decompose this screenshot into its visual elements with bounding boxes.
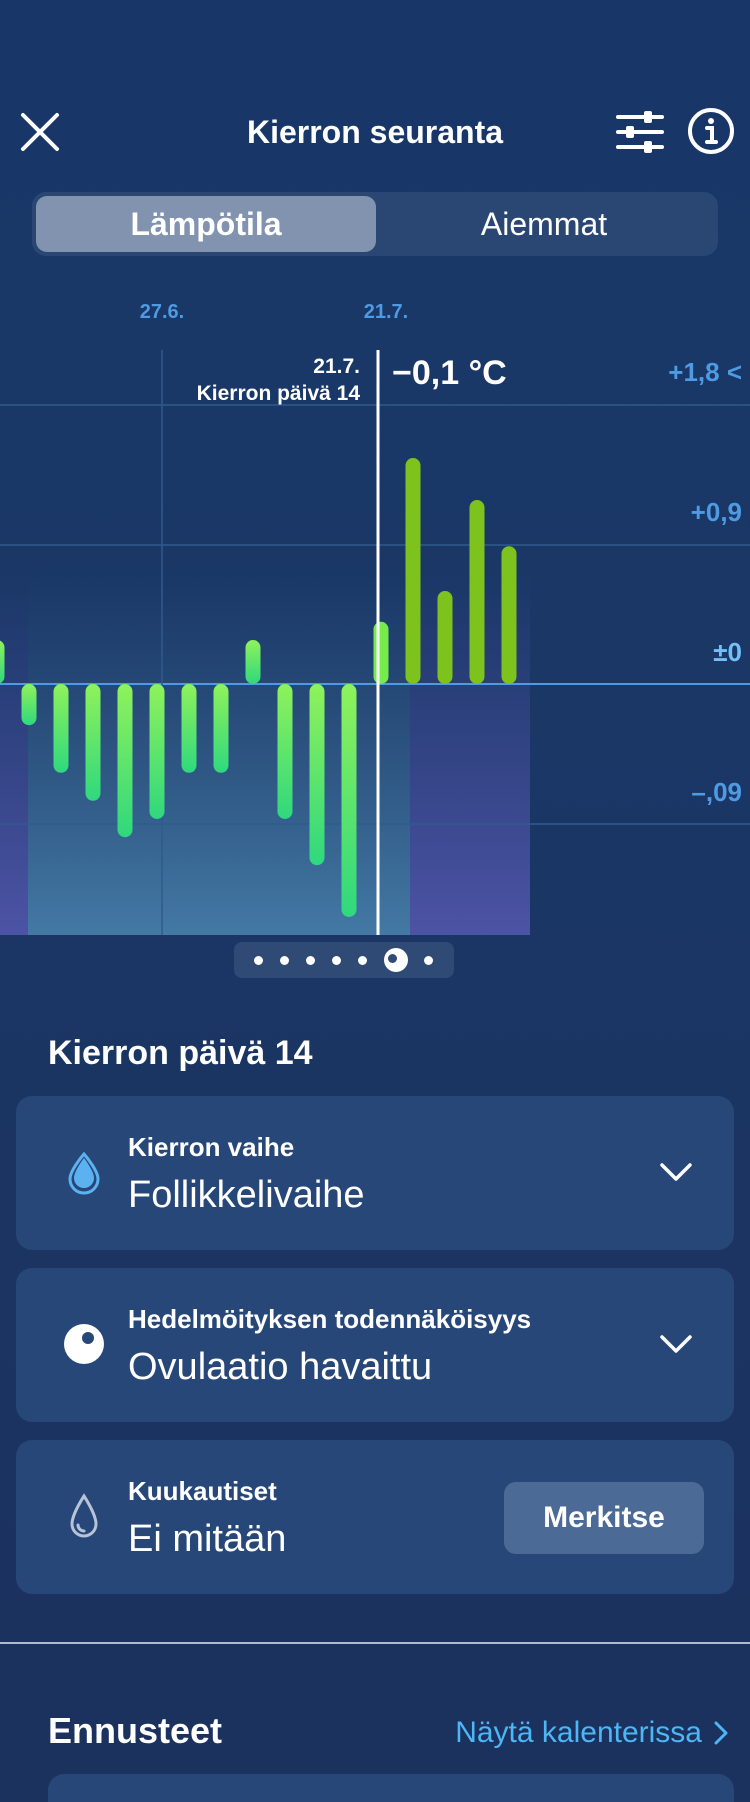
chart-bar (149, 684, 165, 819)
chart-bar (0, 640, 5, 684)
x-tick-label: 21.7. (364, 301, 408, 323)
pager-dot[interactable] (254, 955, 264, 965)
card-value: Follikkelivaihe (128, 1174, 365, 1216)
chart-bar (117, 684, 133, 838)
chevron-right-icon (714, 1721, 728, 1745)
selected-value-label: −0,1 °C (392, 354, 507, 392)
selected-date-label: 21.7. (313, 355, 360, 378)
info-button[interactable] (686, 106, 736, 156)
x-tick-label: 27.6. (140, 301, 184, 323)
chart-pager[interactable] (234, 942, 454, 978)
y-tick-label: –,09 (691, 777, 742, 807)
y-tick-label: +0,9 (691, 497, 742, 527)
filter-button[interactable] (614, 108, 666, 156)
luteal-phase-band (0, 570, 28, 935)
chart-bar (21, 684, 37, 726)
chart-bar (469, 500, 485, 684)
card-label: Kierron vaihe (128, 1132, 295, 1162)
tab-temperature[interactable]: Lämpötila (36, 196, 376, 252)
forecast-title: Ennusteet (48, 1710, 223, 1751)
chart-bar (277, 684, 293, 819)
chevron-down-icon[interactable] (656, 1324, 696, 1364)
chart-bar (213, 684, 229, 773)
show-in-calendar-link[interactable]: Näytä kalenterissa (455, 1716, 730, 1750)
pager-dot[interactable] (306, 955, 316, 965)
calendar-link-label: Näytä kalenterissa (455, 1716, 702, 1749)
temperature-chart[interactable]: 27.6. 21.7. +1,8 < +0,9 ±0 –,09 21.7. Kierron p… (0, 280, 750, 960)
chart-bar (85, 684, 101, 801)
y-tick-label: +1,8 < (668, 357, 742, 387)
period-card: Kuukautiset Ei mitään Merkitse (16, 1440, 734, 1594)
chart-bar (53, 684, 69, 773)
chart-bar (341, 684, 357, 917)
tab-history[interactable]: Aiemmat (374, 196, 714, 252)
y-tick-label: ±0 (713, 637, 742, 667)
pager-dot[interactable] (357, 955, 367, 965)
chart-canvas: 27.6. 21.7. +1,8 < +0,9 ±0 –,09 21.7. Kierron p… (0, 301, 750, 935)
card-label: Hedelmöityksen todennäköisyys (128, 1304, 532, 1334)
drop-phase-icon (68, 1151, 100, 1195)
drop-outline-icon (70, 1493, 98, 1538)
chart-bar (501, 546, 517, 684)
ovulation-icon (64, 1324, 104, 1364)
pager-dot[interactable] (383, 948, 408, 972)
chart-bar (437, 591, 453, 684)
pager-dot[interactable] (331, 955, 341, 965)
divider (0, 1642, 750, 1644)
chevron-down-icon[interactable] (656, 1152, 696, 1192)
view-segmented-control: Lämpötila Aiemmat (32, 192, 718, 256)
sliders-icon (616, 111, 664, 153)
chart-bar (181, 684, 197, 773)
cycle-phase-card[interactable]: Kierron vaihe Follikkelivaihe (16, 1096, 734, 1250)
pager-dot[interactable] (424, 955, 434, 965)
card-value: Ei mitään (128, 1518, 287, 1560)
card-value: Ovulaatio havaittu (128, 1346, 433, 1388)
selected-cycle-day-label: Kierron päivä 14 (197, 382, 361, 405)
mark-period-button[interactable]: Merkitse (504, 1482, 704, 1554)
forecast-card[interactable] (48, 1774, 734, 1802)
fertility-card[interactable]: Hedelmöityksen todennäköisyys Ovulaatio … (16, 1268, 734, 1422)
chart-bar (405, 458, 421, 684)
header: Kierron seuranta (0, 96, 750, 168)
cycle-day-title: Kierron päivä 14 (48, 1034, 313, 1072)
chart-bar (309, 684, 325, 866)
pager-dot[interactable] (280, 955, 290, 965)
chart-bar (373, 621, 389, 684)
chart-bar (245, 640, 261, 684)
card-label: Kuukautiset (128, 1476, 277, 1506)
info-icon (688, 108, 734, 154)
